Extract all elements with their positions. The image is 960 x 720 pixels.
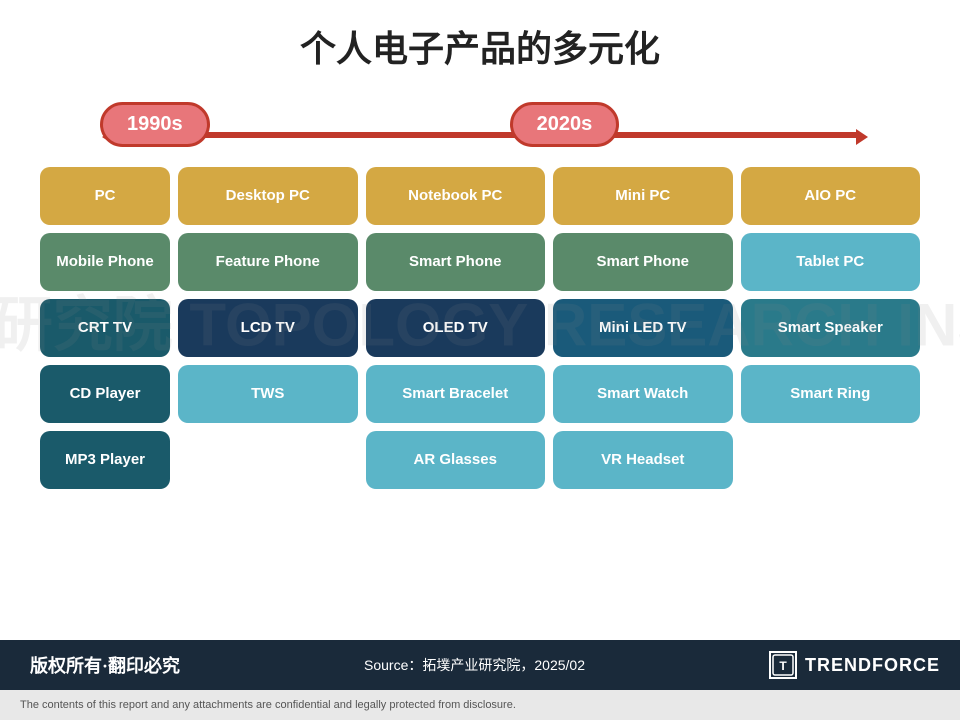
- list-item: CRT TV: [40, 299, 170, 357]
- list-item: MP3 Player: [40, 431, 170, 489]
- footer-source: Source：拓墣产业研究院，2025/02: [364, 655, 585, 675]
- timeline-badge-2020: 2020s: [510, 102, 620, 147]
- list-item: Smart Speaker: [741, 299, 921, 357]
- list-item: AIO PC: [741, 167, 921, 225]
- list-item-spacer: [178, 431, 358, 489]
- products-section: PC Mobile Phone CRT TV CD Player MP3 Pla…: [40, 167, 920, 489]
- timeline-labels: 1990s 2020s: [100, 102, 920, 147]
- list-item-spacer: [741, 431, 921, 489]
- list-item: Smart Watch: [553, 365, 733, 423]
- timeline-badge-1990: 1990s: [100, 102, 210, 147]
- svg-text:T: T: [779, 659, 787, 673]
- col-4: AIO PC Tablet PC Smart Speaker Smart Rin…: [741, 167, 921, 489]
- list-item: Feature Phone: [178, 233, 358, 291]
- list-item: Mobile Phone: [40, 233, 170, 291]
- list-item: Mini LED TV: [553, 299, 733, 357]
- timeline-section: 1990s 2020s: [40, 102, 920, 147]
- list-item: Notebook PC: [366, 167, 546, 225]
- page-title: 个人电子产品的多元化: [40, 20, 920, 72]
- col-2: Notebook PC Smart Phone OLED TV Smart Br…: [366, 167, 546, 489]
- list-item: Tablet PC: [741, 233, 921, 291]
- col-1: Desktop PC Feature Phone LCD TV TWS: [178, 167, 358, 489]
- list-item: Mini PC: [553, 167, 733, 225]
- list-item: Smart Phone: [553, 233, 733, 291]
- content-area: 个人电子产品的多元化 1990s 2020s 拓墣产业研究院 TOPOLOGY …: [0, 0, 960, 640]
- trendforce-icon: T: [769, 651, 797, 679]
- footer-main: 版权所有·翻印必究 Source：拓墣产业研究院，2025/02 T TREND…: [0, 640, 960, 690]
- list-item: Smart Ring: [741, 365, 921, 423]
- list-item: VR Headset: [553, 431, 733, 489]
- list-item: PC: [40, 167, 170, 225]
- footer-logo: T TRENDFORCE: [769, 651, 940, 679]
- list-item: LCD TV: [178, 299, 358, 357]
- footer-disclaimer: The contents of this report and any atta…: [0, 690, 960, 720]
- list-item: Smart Phone: [366, 233, 546, 291]
- footer: 版权所有·翻印必究 Source：拓墣产业研究院，2025/02 T TREND…: [0, 640, 960, 720]
- column-1990: PC Mobile Phone CRT TV CD Player MP3 Pla…: [40, 167, 170, 489]
- list-item: CD Player: [40, 365, 170, 423]
- list-item: Smart Bracelet: [366, 365, 546, 423]
- list-item: AR Glasses: [366, 431, 546, 489]
- list-item: TWS: [178, 365, 358, 423]
- column-2020: Desktop PC Feature Phone LCD TV TWS Note…: [178, 167, 920, 489]
- footer-logo-text: TRENDFORCE: [805, 655, 940, 676]
- list-item: OLED TV: [366, 299, 546, 357]
- footer-copyright: 版权所有·翻印必究: [30, 652, 180, 678]
- col-3: Mini PC Smart Phone Mini LED TV Smart Wa…: [553, 167, 733, 489]
- main-container: 个人电子产品的多元化 1990s 2020s 拓墣产业研究院 TOPOLOGY …: [0, 0, 960, 720]
- list-item: Desktop PC: [178, 167, 358, 225]
